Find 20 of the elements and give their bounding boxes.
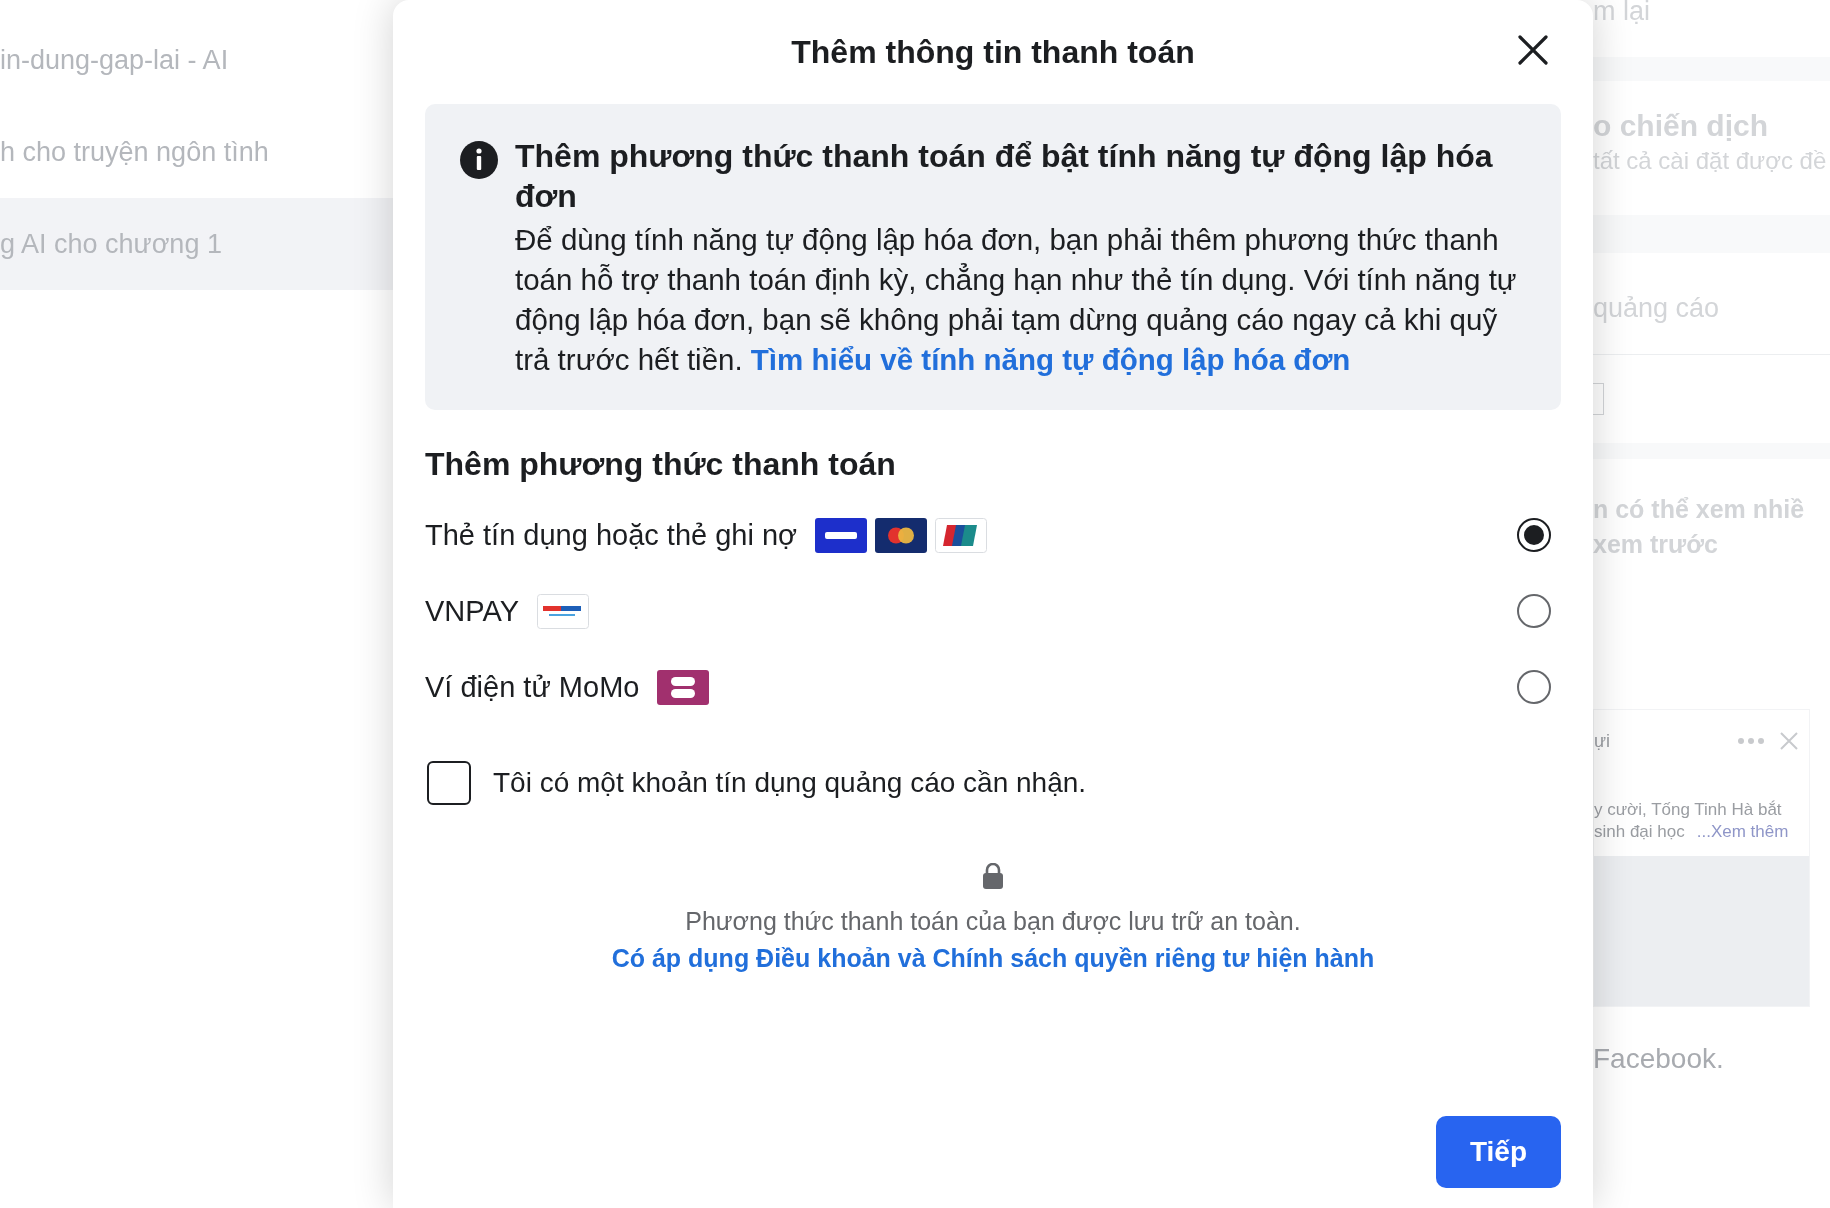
notice-title: Thêm phương thức thanh toán để bật tính năng tự động lập hóa đơn <box>515 137 1494 216</box>
see-more-link[interactable]: ...Xem thêm <box>1696 822 1789 842</box>
security-note: Phương thức thanh toán của bạn được lưu trữ an toàn. <box>685 907 1301 936</box>
checkbox-label: Tôi có một khoản tín dụng quảng cáo cần nhận. <box>493 767 1087 799</box>
section-title: Thêm phương thức thanh toán <box>425 446 897 483</box>
background-list-item: g AI cho chương 1 <box>0 198 393 290</box>
learn-more-link[interactable]: Tìm hiểu về tính năng tự động lập hóa đơn <box>750 343 1351 376</box>
dialog-title: Thêm thông tin thanh toán <box>791 33 1195 71</box>
ad-text: y cười, Tống Tinh Hà bắt <box>1594 800 1783 820</box>
notice-text: Để dùng tính năng tự động lập hóa đơn, bạn phải thêm phương thức thanh toán hỗ trợ thanh toán định kỳ, chẳng hạn như thẻ tín dụng. Với tính năng tự động lập hóa đơn, bạn sẽ không phải tạm dừng quảng cáo ngay cả khi quỹ trả trước hết tiền. Tìm hiểu về tính năng tự động lập hóa đơn <box>515 222 1518 378</box>
background-text: Facebook. <box>1593 1043 1725 1075</box>
background-list-item: in-dung-gap-lai - AI <box>0 43 230 77</box>
next-button[interactable]: Tiếp <box>1435 1116 1561 1188</box>
ad-author: ựi <box>1594 730 1611 752</box>
ad-text: sinh đại học <box>1594 822 1685 842</box>
terms-link[interactable]: Có áp dụng Điều khoản và Chính sách quyền riêng tư hiện hành <box>611 944 1375 973</box>
payment-method-label: Thẻ tín dụng hoặc thẻ ghi nợ <box>425 518 798 552</box>
background-list-item: h cho truyện ngôn tình <box>0 135 270 169</box>
payment-method-label: Ví điện tử MoMo <box>425 670 640 704</box>
payment-method-label: VNPAY <box>425 594 519 628</box>
